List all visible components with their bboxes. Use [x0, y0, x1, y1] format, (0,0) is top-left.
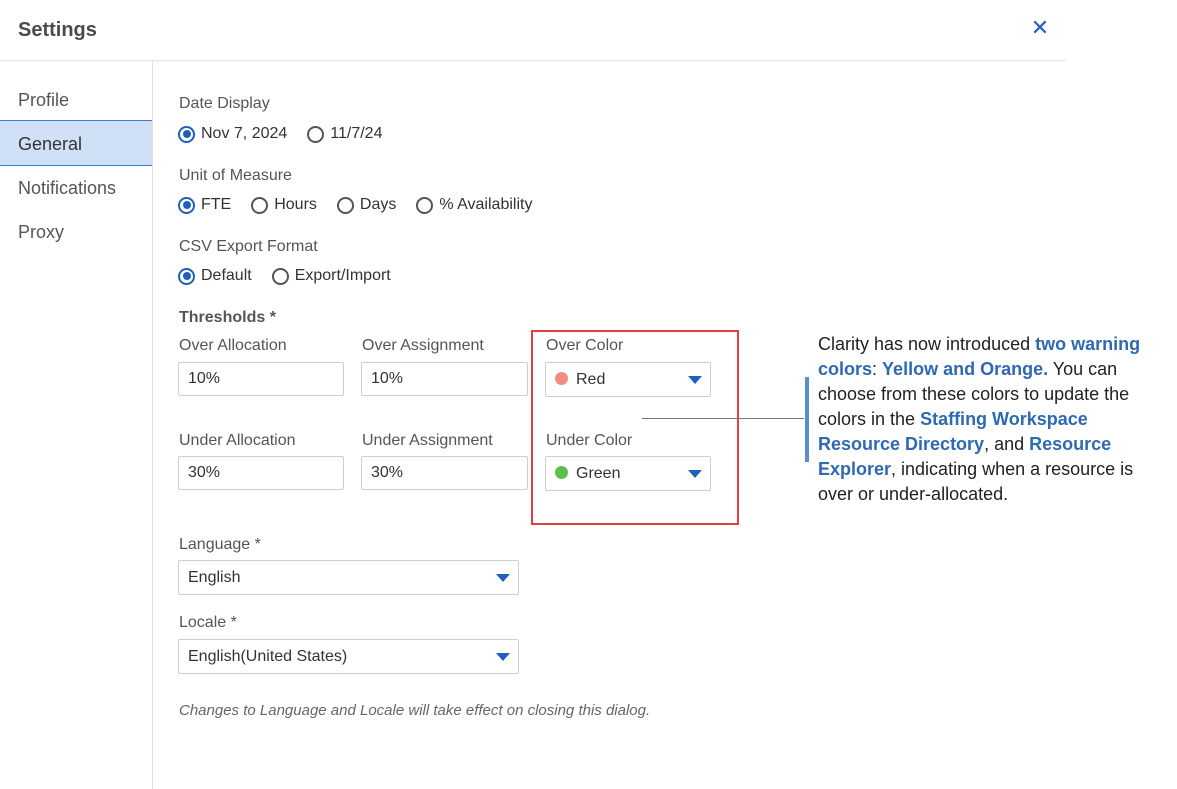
radio-selected-icon	[178, 196, 195, 214]
close-icon[interactable]: ✕	[1028, 16, 1052, 40]
radio-hours[interactable]: Hours	[251, 196, 317, 214]
sidebar-item-proxy[interactable]: Proxy	[0, 209, 152, 255]
over-assignment-input[interactable]: 10%	[361, 362, 528, 396]
highlight-box	[531, 330, 739, 525]
dialog-title: Settings	[18, 19, 97, 41]
chevron-down-icon	[496, 574, 510, 582]
over-allocation-label: Over Allocation	[179, 337, 287, 354]
language-locale-note: Changes to Language and Locale will take…	[179, 702, 651, 719]
settings-sidebar: Profile General Notifications Proxy	[0, 61, 153, 789]
radio-availability[interactable]: % Availability	[416, 196, 532, 214]
radio-date-long[interactable]: Nov 7, 2024	[178, 125, 287, 143]
locale-label: Locale *	[179, 614, 237, 631]
thresholds-label: Thresholds *	[179, 309, 276, 326]
required-marker: *	[254, 536, 261, 553]
csv-export-options: Default Export/Import	[178, 267, 411, 285]
radio-empty-icon	[307, 125, 325, 143]
required-marker: *	[269, 309, 276, 326]
unit-of-measure-label: Unit of Measure	[179, 167, 292, 184]
radio-empty-icon	[336, 196, 354, 214]
under-allocation-label: Under Allocation	[179, 432, 296, 449]
sidebar-item-notifications[interactable]: Notifications	[0, 165, 152, 211]
callout-connector-line	[642, 418, 804, 419]
radio-empty-icon	[251, 196, 269, 214]
csv-export-label: CSV Export Format	[179, 238, 318, 255]
language-label: Language *	[179, 536, 261, 553]
callout-text: Clarity has now introduced two warning c…	[818, 334, 1141, 504]
radio-selected-icon	[178, 267, 195, 285]
sidebar-item-profile[interactable]: Profile	[0, 77, 152, 123]
date-display-options: Nov 7, 2024 11/7/24	[178, 125, 402, 143]
radio-selected-icon	[178, 125, 195, 143]
sidebar-item-general[interactable]: General	[0, 120, 152, 166]
under-assignment-input[interactable]: 30%	[361, 456, 528, 490]
radio-days[interactable]: Days	[336, 196, 396, 214]
under-assignment-label: Under Assignment	[362, 432, 493, 449]
unit-of-measure-options: FTE Hours Days % Availability	[178, 196, 552, 214]
chevron-down-icon	[496, 653, 510, 661]
date-display-label: Date Display	[179, 95, 270, 112]
radio-export-import[interactable]: Export/Import	[271, 267, 391, 285]
radio-fte[interactable]: FTE	[178, 196, 231, 214]
callout-accent-bar	[805, 377, 809, 462]
radio-empty-icon	[271, 267, 289, 285]
radio-empty-icon	[416, 196, 434, 214]
dialog-header: Settings ✕	[0, 0, 1066, 61]
under-allocation-input[interactable]: 30%	[178, 456, 344, 490]
radio-date-short[interactable]: 11/7/24	[307, 125, 382, 143]
locale-select[interactable]: English(United States)	[178, 639, 519, 674]
over-assignment-label: Over Assignment	[362, 337, 484, 354]
required-marker: *	[230, 614, 237, 631]
over-allocation-input[interactable]: 10%	[178, 362, 344, 396]
language-select[interactable]: English	[178, 560, 519, 595]
radio-default[interactable]: Default	[178, 267, 252, 285]
